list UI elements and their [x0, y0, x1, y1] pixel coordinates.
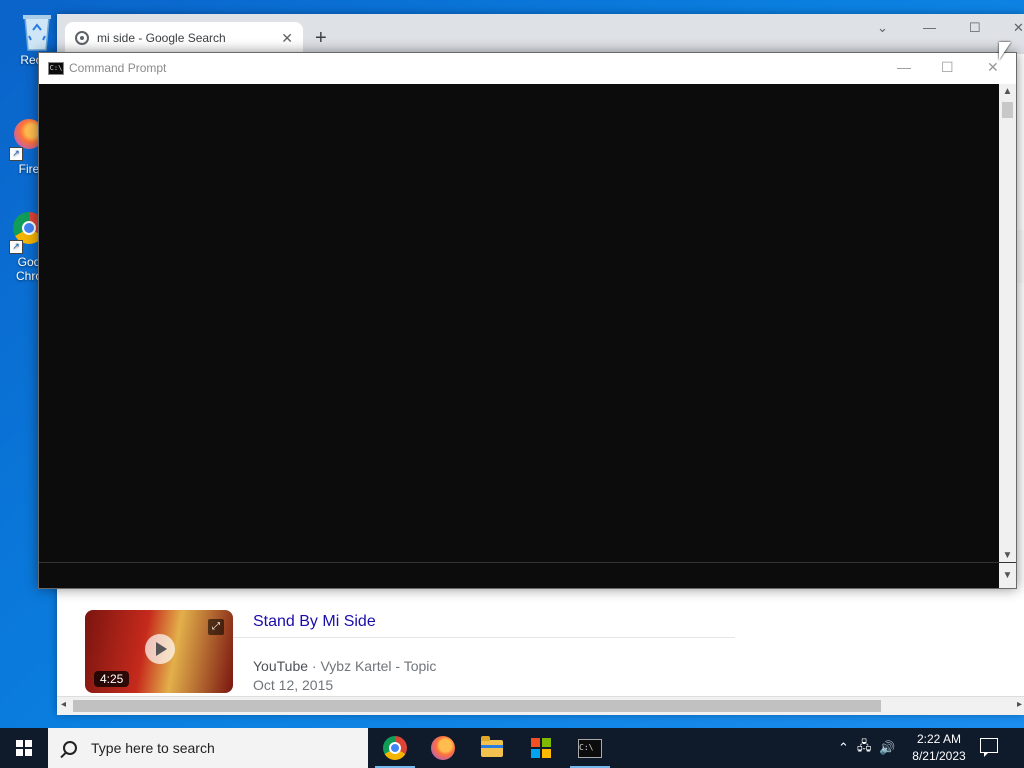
chrome-icon — [383, 736, 407, 760]
search-icon — [63, 741, 77, 755]
new-tab-button[interactable]: + — [315, 27, 327, 50]
scroll-up-icon[interactable]: ▲ — [999, 86, 1016, 97]
taskbar-firefox[interactable] — [419, 728, 467, 768]
scroll-left-icon[interactable]: ◂ — [61, 699, 66, 710]
desktop-icon-label: Fire — [18, 162, 40, 176]
cmd-close-icon[interactable]: ✕ — [987, 59, 999, 76]
scroll-down-icon[interactable]: ▼ — [999, 563, 1016, 588]
shortcut-arrow-icon: ↗ — [9, 240, 23, 254]
cmd-scroll-thumb[interactable] — [1002, 102, 1013, 118]
cmd-bottom-bar: ▼ — [39, 562, 1016, 588]
taskbar-command-prompt[interactable]: C:\ — [566, 728, 614, 768]
taskbar-file-explorer[interactable] — [468, 728, 516, 768]
recycle-bin-icon — [17, 10, 57, 51]
volume-icon[interactable]: 🔊 — [879, 740, 895, 756]
clock[interactable]: 2:22 AM 8/21/2023 — [906, 731, 972, 765]
cmd-vertical-scrollbar[interactable]: ▲ ▼ — [999, 84, 1016, 563]
taskbar-search-box[interactable]: Type here to search — [48, 728, 368, 768]
result-separator: · — [308, 658, 321, 674]
folder-icon — [481, 735, 503, 757]
result-date: Oct 12, 2015 — [253, 677, 334, 693]
taskbar: Type here to search C:\ ⌃ 🖧 🔊 2:22 AM 8/… — [0, 728, 1024, 768]
cmd-icon: C:\ — [578, 738, 602, 758]
close-window-icon[interactable]: ✕ — [1013, 20, 1024, 36]
tab-strip: mi side - Google Search ✕ + ⌄ — ☐ ✕ — [57, 14, 1024, 54]
windows-logo-icon — [16, 740, 32, 756]
video-duration: 4:25 — [94, 671, 130, 687]
command-prompt-window[interactable]: C:\ Command Prompt — ☐ ✕ ▲ ▼ ▼ — [38, 52, 1017, 589]
taskbar-chrome[interactable] — [371, 728, 419, 768]
result-title-link[interactable]: Stand By Mi Side — [253, 613, 376, 631]
clock-time: 2:22 AM — [916, 732, 962, 746]
cmd-title-bar[interactable]: C:\ Command Prompt — ☐ ✕ — [39, 53, 1016, 84]
expand-icon[interactable]: ⤢ — [208, 619, 224, 635]
cmd-minimize-icon[interactable]: — — [897, 59, 911, 75]
maximize-icon[interactable]: ☐ — [969, 20, 981, 36]
scrollbar-thumb[interactable] — [73, 700, 881, 712]
cmd-window-title: Command Prompt — [69, 61, 167, 75]
tab-mi-side-search[interactable]: mi side - Google Search ✕ — [65, 22, 303, 54]
search-placeholder: Type here to search — [91, 740, 215, 756]
system-tray: ⌃ 🖧 🔊 — [838, 728, 896, 768]
start-button[interactable] — [0, 728, 48, 768]
horizontal-scrollbar[interactable]: ◂ ▸ — [57, 696, 1024, 715]
result-channel: Vybz Kartel - Topic — [320, 658, 437, 674]
scroll-right-icon[interactable]: ▸ — [1017, 699, 1022, 710]
play-icon — [145, 634, 175, 664]
notification-icon[interactable] — [980, 738, 998, 757]
tab-close-icon[interactable]: ✕ — [281, 30, 293, 47]
mouse-cursor-icon — [999, 42, 1011, 60]
cmd-maximize-icon[interactable]: ☐ — [941, 59, 954, 76]
network-icon[interactable]: 🖧 — [857, 737, 872, 759]
cmd-app-icon: C:\ — [48, 62, 64, 75]
google-loading-icon — [75, 31, 89, 45]
result-source-name: YouTube — [253, 658, 309, 674]
tab-search-icon[interactable]: ⌄ — [877, 20, 888, 36]
store-icon — [531, 738, 551, 758]
chevron-up-icon[interactable]: ⌃ — [838, 740, 849, 756]
tab-title: mi side - Google Search — [97, 31, 226, 45]
firefox-icon — [431, 736, 455, 760]
shortcut-arrow-icon: ↗ — [9, 147, 23, 161]
video-thumbnail[interactable]: ⤢ 4:25 — [85, 610, 233, 693]
clock-date: 8/21/2023 — [912, 749, 966, 763]
minimize-icon[interactable]: — — [923, 20, 936, 35]
result-source: YouTube · Vybz Kartel - Topic — [253, 658, 436, 674]
taskbar-microsoft-store[interactable] — [517, 728, 565, 768]
scroll-down-icon[interactable]: ▼ — [999, 550, 1016, 561]
